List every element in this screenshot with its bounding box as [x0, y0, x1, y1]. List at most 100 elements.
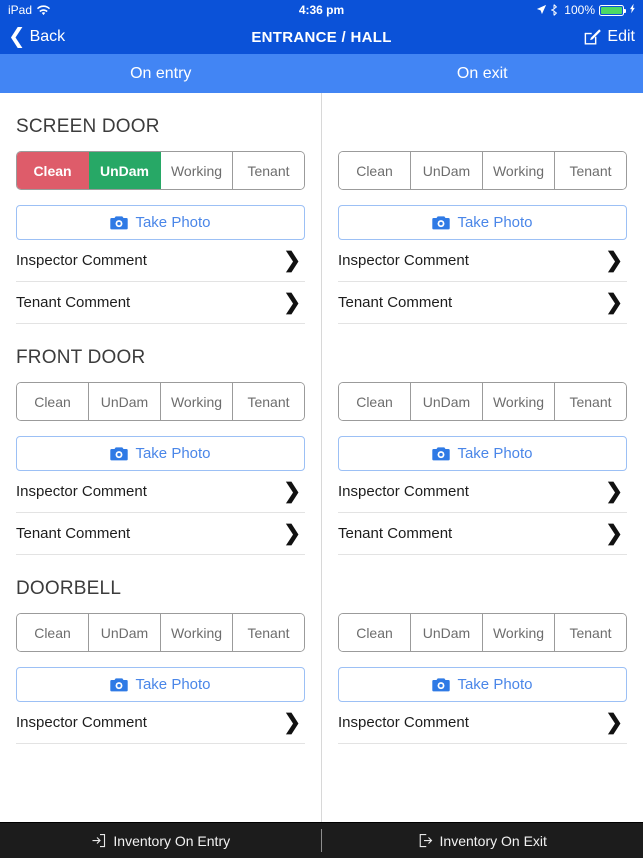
toolbar-inventory-on-exit-label: Inventory On Exit: [439, 832, 547, 849]
chevron-right-icon: ❯: [605, 522, 623, 545]
inspector-comment-label: Inspector Comment: [338, 714, 469, 731]
camera-icon: [432, 446, 451, 461]
take-photo-button-entry-front-door[interactable]: Take Photo: [16, 436, 305, 471]
arrow-out-of-box-icon: [418, 833, 433, 848]
segment-working[interactable]: Working: [483, 152, 555, 189]
tenant-comment-row-exit-screen-door[interactable]: Tenant Comment ❯: [338, 282, 627, 324]
take-photo-label: Take Photo: [457, 214, 533, 231]
chevron-right-icon: ❯: [283, 711, 301, 734]
app-root: iPad 4:36 pm 100% ❮ Back ENTRANCE / HALL: [0, 0, 643, 858]
tenant-comment-row-exit-front-door[interactable]: Tenant Comment ❯: [338, 513, 627, 555]
segment-tenant[interactable]: Tenant: [233, 152, 304, 189]
toolbar-inventory-on-exit[interactable]: Inventory On Exit: [321, 823, 643, 858]
battery-percent-label: 100%: [564, 3, 595, 17]
inspector-comment-label: Inspector Comment: [338, 252, 469, 269]
location-arrow-icon: [536, 4, 547, 16]
toolbar-inventory-on-entry[interactable]: Inventory On Entry: [0, 823, 322, 858]
condition-segmented-control-exit-doorbell: Clean UnDam Working Tenant: [338, 613, 627, 652]
take-photo-button-exit-doorbell[interactable]: Take Photo: [338, 667, 627, 702]
pane-on-entry: SCREEN DOOR Clean UnDam Working Tenant T…: [0, 93, 321, 822]
segment-working[interactable]: Working: [161, 152, 233, 189]
camera-icon: [110, 677, 129, 692]
segment-clean[interactable]: Clean: [339, 152, 411, 189]
camera-icon: [432, 677, 451, 692]
bluetooth-icon: [550, 4, 560, 16]
tenant-comment-label: Tenant Comment: [16, 525, 131, 542]
section-title-screen-door: SCREEN DOOR: [16, 116, 160, 137]
chevron-right-icon: ❯: [605, 711, 623, 734]
status-bar: iPad 4:36 pm 100%: [0, 0, 643, 20]
inspector-comment-row-exit-screen-door[interactable]: Inspector Comment ❯: [338, 240, 627, 282]
tenant-comment-label: Tenant Comment: [16, 294, 131, 311]
condition-segmented-control-entry-front-door: Clean UnDam Working Tenant: [16, 382, 305, 421]
tenant-comment-row-entry-screen-door[interactable]: Tenant Comment ❯: [16, 282, 305, 324]
chevron-right-icon: ❯: [283, 522, 301, 545]
segment-tenant[interactable]: Tenant: [555, 383, 626, 420]
tenant-comment-row-entry-front-door[interactable]: Tenant Comment ❯: [16, 513, 305, 555]
segment-undam[interactable]: UnDam: [411, 152, 483, 189]
take-photo-label: Take Photo: [457, 676, 533, 693]
inspector-comment-row-exit-doorbell[interactable]: Inspector Comment ❯: [338, 702, 627, 744]
take-photo-button-entry-doorbell[interactable]: Take Photo: [16, 667, 305, 702]
segment-working[interactable]: Working: [161, 614, 233, 651]
take-photo-label: Take Photo: [135, 445, 211, 462]
segment-undam[interactable]: UnDam: [89, 152, 161, 189]
toolbar-inventory-on-entry-label: Inventory On Entry: [113, 832, 231, 849]
segment-undam[interactable]: UnDam: [411, 614, 483, 651]
section-title-doorbell: DOORBELL: [16, 578, 122, 599]
tab-on-entry[interactable]: On entry: [0, 54, 322, 93]
chevron-right-icon: ❯: [283, 291, 301, 314]
compose-pencil-icon: [583, 28, 602, 47]
pane-on-exit: Clean UnDam Working Tenant Take Photo In…: [321, 93, 643, 822]
content-panes: SCREEN DOOR Clean UnDam Working Tenant T…: [0, 93, 643, 822]
camera-icon: [110, 215, 129, 230]
take-photo-button-exit-front-door[interactable]: Take Photo: [338, 436, 627, 471]
section-title-front-door: FRONT DOOR: [16, 347, 146, 368]
chevron-right-icon: ❯: [605, 249, 623, 272]
segment-undam[interactable]: UnDam: [89, 383, 161, 420]
camera-icon: [432, 215, 451, 230]
segment-working[interactable]: Working: [483, 383, 555, 420]
inspector-comment-label: Inspector Comment: [16, 252, 147, 269]
segment-working[interactable]: Working: [483, 614, 555, 651]
edit-button[interactable]: Edit: [583, 28, 635, 47]
segment-clean[interactable]: Clean: [17, 383, 89, 420]
tenant-comment-label: Tenant Comment: [338, 525, 453, 542]
segment-clean[interactable]: Clean: [17, 614, 89, 651]
segment-clean[interactable]: Clean: [339, 383, 411, 420]
status-bar-right: 100%: [536, 3, 636, 17]
segment-clean[interactable]: Clean: [17, 152, 89, 189]
segment-undam[interactable]: UnDam: [89, 614, 161, 651]
chevron-right-icon: ❯: [605, 291, 623, 314]
take-photo-button-exit-screen-door[interactable]: Take Photo: [338, 205, 627, 240]
take-photo-button-entry-screen-door[interactable]: Take Photo: [16, 205, 305, 240]
condition-segmented-control-entry-doorbell: Clean UnDam Working Tenant: [16, 613, 305, 652]
segment-tenant[interactable]: Tenant: [233, 614, 304, 651]
inspector-comment-label: Inspector Comment: [16, 714, 147, 731]
battery-full-icon: [599, 4, 626, 16]
arrow-into-box-icon: [91, 833, 106, 848]
condition-segmented-control-exit-front-door: Clean UnDam Working Tenant: [338, 382, 627, 421]
inspector-comment-row-entry-screen-door[interactable]: Inspector Comment ❯: [16, 240, 305, 282]
inspector-comment-row-entry-front-door[interactable]: Inspector Comment ❯: [16, 471, 305, 513]
navigation-bar: ❮ Back ENTRANCE / HALL Edit: [0, 20, 643, 54]
segment-tenant[interactable]: Tenant: [233, 383, 304, 420]
condition-segmented-control-exit-screen-door: Clean UnDam Working Tenant: [338, 151, 627, 190]
chevron-right-icon: ❯: [283, 480, 301, 503]
tab-on-exit[interactable]: On exit: [322, 54, 643, 93]
segment-working[interactable]: Working: [161, 383, 233, 420]
take-photo-label: Take Photo: [135, 214, 211, 231]
take-photo-label: Take Photo: [135, 676, 211, 693]
inspector-comment-row-entry-doorbell[interactable]: Inspector Comment ❯: [16, 702, 305, 744]
lightning-bolt-icon: [630, 3, 636, 17]
segment-tenant[interactable]: Tenant: [555, 614, 626, 651]
camera-icon: [110, 446, 129, 461]
inspector-comment-row-exit-front-door[interactable]: Inspector Comment ❯: [338, 471, 627, 513]
condition-segmented-control-entry-screen-door: Clean UnDam Working Tenant: [16, 151, 305, 190]
inspector-comment-label: Inspector Comment: [338, 483, 469, 500]
segment-clean[interactable]: Clean: [339, 614, 411, 651]
tab-bar: On entry On exit: [0, 54, 643, 93]
inspector-comment-label: Inspector Comment: [16, 483, 147, 500]
segment-tenant[interactable]: Tenant: [555, 152, 626, 189]
segment-undam[interactable]: UnDam: [411, 383, 483, 420]
